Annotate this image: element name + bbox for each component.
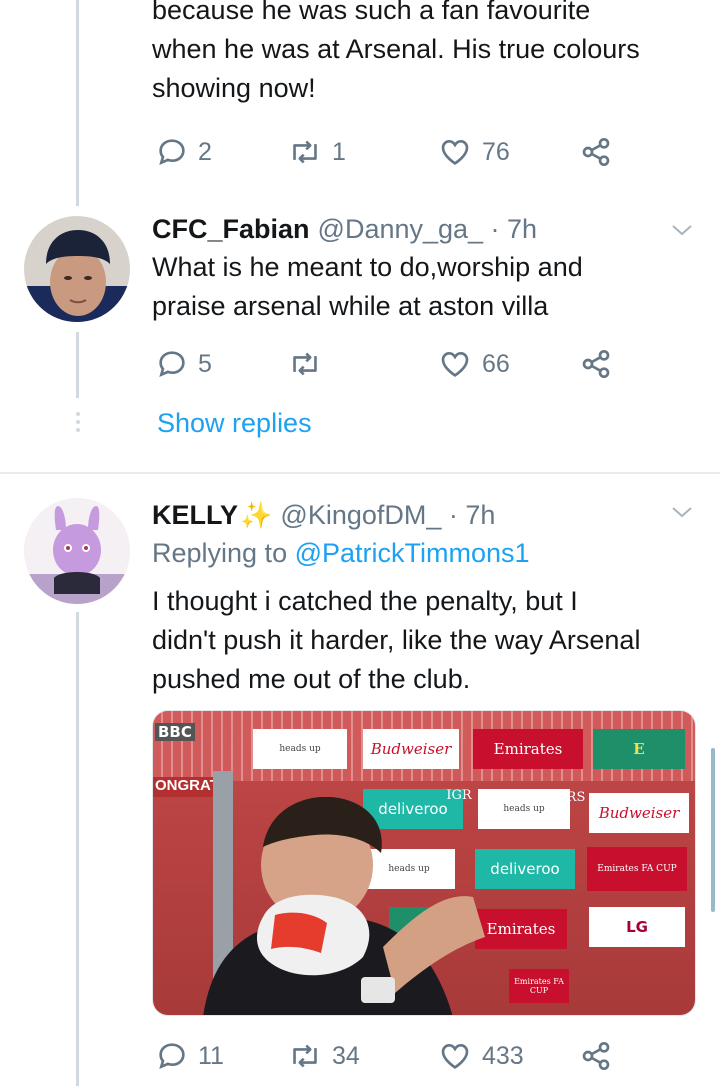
heart-icon bbox=[441, 1043, 469, 1069]
tweet2-text: What is he meant to do,worship and prais… bbox=[152, 252, 583, 321]
thread-line-top bbox=[76, 0, 79, 206]
replying-to-link[interactable]: @PatrickTimmons1 bbox=[295, 538, 530, 568]
reply-button[interactable]: 5 bbox=[156, 344, 212, 384]
share-icon bbox=[582, 350, 610, 378]
handle-time: @KingofDM_ · 7h bbox=[280, 500, 496, 530]
reply-icon bbox=[159, 1043, 185, 1069]
thread-line-middle bbox=[76, 332, 79, 398]
tweet-media-image[interactable]: BBC ONGRATU heads up Budweiser Emirates … bbox=[152, 710, 696, 1016]
retweet-icon bbox=[293, 352, 317, 376]
share-icon bbox=[582, 1042, 610, 1070]
scrollbar[interactable] bbox=[711, 748, 715, 912]
tweet2-actions: 5 66 bbox=[152, 344, 622, 384]
like-button[interactable]: 76 bbox=[438, 132, 510, 172]
avatar-kelly[interactable] bbox=[24, 498, 130, 604]
broadcaster-logo: BBC bbox=[155, 723, 195, 741]
retweet-button[interactable]: 34 bbox=[288, 1036, 360, 1076]
share-button[interactable] bbox=[580, 344, 612, 384]
reply-icon bbox=[159, 351, 185, 377]
avatar-image bbox=[24, 498, 130, 604]
share-button[interactable] bbox=[580, 132, 612, 172]
goalkeeper-figure bbox=[203, 797, 485, 1015]
avatar-cfc-fabian[interactable] bbox=[24, 216, 130, 322]
show-replies-link[interactable]: Show replies bbox=[157, 408, 312, 439]
like-button[interactable]: 66 bbox=[438, 344, 510, 384]
heart-icon bbox=[441, 139, 469, 165]
like-button[interactable]: 433 bbox=[438, 1036, 524, 1076]
retweet-icon bbox=[293, 1044, 317, 1068]
divider bbox=[0, 472, 720, 474]
share-button[interactable] bbox=[580, 1036, 612, 1076]
sparkles-icon: ✨ bbox=[240, 500, 273, 530]
share-icon bbox=[582, 138, 610, 166]
thread-line-bottom bbox=[76, 612, 79, 1086]
tweet3-actions: 11 34 433 bbox=[152, 1036, 622, 1076]
reply-button[interactable]: 2 bbox=[156, 132, 212, 172]
avatar-image bbox=[24, 216, 130, 322]
tweet3-header: KELLY ✨ @KingofDM_ · 7h bbox=[152, 498, 495, 532]
thread-dots bbox=[74, 412, 81, 432]
display-name[interactable]: CFC_Fabian bbox=[152, 212, 310, 246]
retweet-button[interactable]: 1 bbox=[288, 132, 346, 172]
heart-icon bbox=[441, 351, 469, 377]
retweet-button[interactable] bbox=[288, 344, 332, 384]
replying-to: Replying to @PatrickTimmons1 bbox=[152, 538, 530, 568]
tweet2-header: CFC_Fabian @Danny_ga_ · 7h bbox=[152, 212, 537, 246]
chevron-down-icon[interactable] bbox=[670, 500, 694, 524]
handle-time: @Danny_ga_ · 7h bbox=[317, 214, 538, 244]
display-name[interactable]: KELLY bbox=[152, 498, 238, 532]
tweet3-text: I thought i catched the penalty, but I d… bbox=[152, 586, 641, 694]
chevron-down-icon[interactable] bbox=[670, 218, 694, 242]
tweet1-text: because he was such a fan favourite when… bbox=[152, 0, 640, 103]
tweet1-actions: 2 1 76 bbox=[152, 132, 622, 172]
reply-button[interactable]: 11 bbox=[156, 1036, 224, 1076]
retweet-icon bbox=[293, 140, 317, 164]
reply-icon bbox=[159, 139, 185, 165]
